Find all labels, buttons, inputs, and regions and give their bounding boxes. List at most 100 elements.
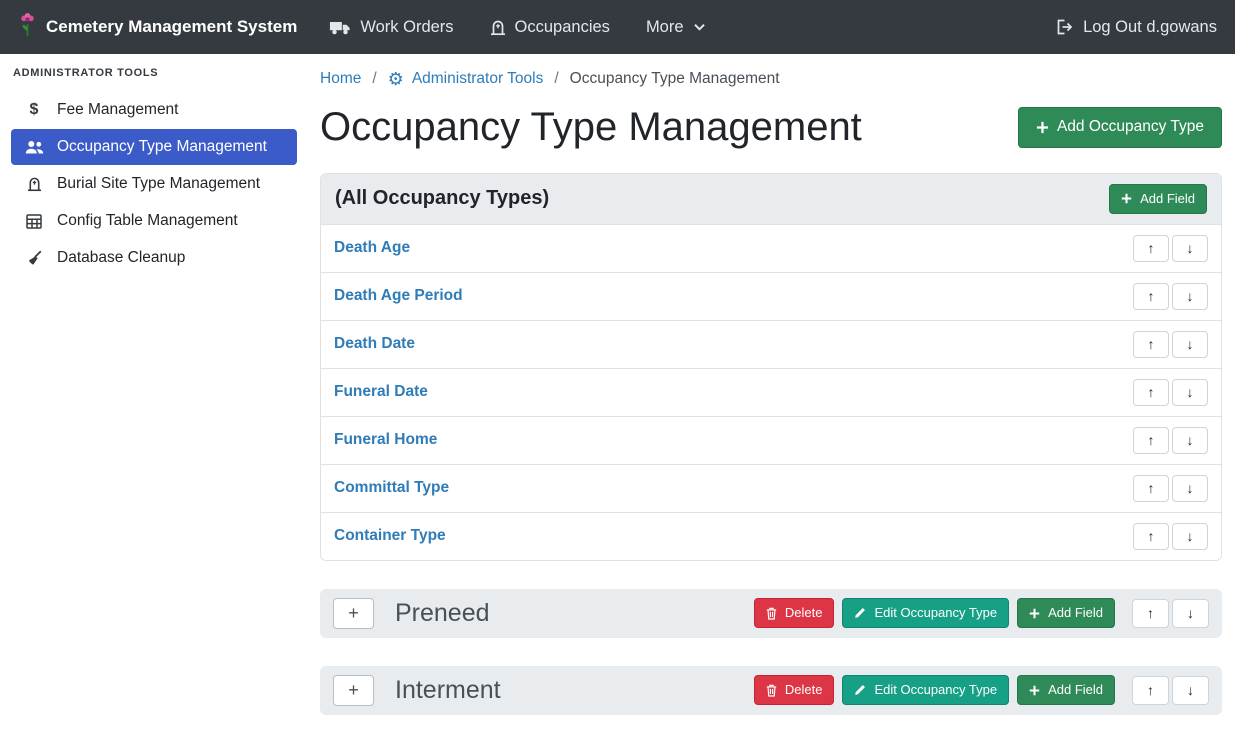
pencil-icon	[854, 607, 866, 619]
breadcrumb-admin-tools-link[interactable]: ⚙ Administrator Tools	[388, 70, 544, 88]
plus-icon	[1121, 193, 1132, 204]
card-header: (All Occupancy Types) Add Field	[321, 174, 1221, 225]
reorder-buttons: ↑ ↓	[1133, 331, 1208, 358]
sidebar-heading: Administrator Tools	[11, 67, 297, 79]
arrow-down-icon: ↓	[1187, 605, 1194, 621]
page-title: Occupancy Type Management	[320, 105, 862, 150]
field-row: Death Age ↑ ↓	[321, 225, 1221, 272]
arrow-down-icon: ↓	[1187, 384, 1194, 400]
arrow-down-icon: ↓	[1187, 528, 1194, 544]
field-name-link[interactable]: Funeral Date	[334, 383, 428, 401]
sidebar-item-occupancy-type-management[interactable]: Occupancy Type Management	[11, 129, 297, 165]
sidebar-item-fee-management[interactable]: $ Fee Management	[11, 92, 297, 128]
move-down-button[interactable]: ↓	[1172, 283, 1208, 310]
breadcrumb-home-link[interactable]: Home	[320, 70, 361, 88]
users-icon	[24, 140, 44, 155]
move-up-button[interactable]: ↑	[1133, 475, 1169, 502]
sidebar-item-database-cleanup[interactable]: Database Cleanup	[11, 240, 297, 276]
expand-section-button[interactable]: +	[333, 598, 374, 629]
move-up-button[interactable]: ↑	[1133, 283, 1169, 310]
move-up-button[interactable]: ↑	[1133, 523, 1169, 550]
arrow-up-icon: ↑	[1147, 605, 1154, 621]
occupancy-type-section-bar: + Preneed Delete	[320, 589, 1222, 638]
move-up-button[interactable]: ↑	[1133, 331, 1169, 358]
reorder-buttons: ↑ ↓	[1132, 676, 1209, 705]
field-name-link[interactable]: Death Age	[334, 239, 410, 257]
section-actions: Delete Edit Occupancy Type Add Field	[754, 598, 1209, 628]
nav-item-more[interactable]: More	[646, 18, 706, 37]
top-navbar: Cemetery Management System Work Orders	[0, 0, 1235, 54]
arrow-down-icon: ↓	[1187, 336, 1194, 352]
logout-icon	[1056, 19, 1074, 35]
logout-button[interactable]: Log Out d.gowans	[1056, 18, 1217, 37]
arrow-up-icon: ↑	[1147, 682, 1154, 698]
arrow-down-icon: ↓	[1187, 432, 1194, 448]
reorder-buttons: ↑ ↓	[1132, 599, 1209, 628]
field-name-link[interactable]: Death Age Period	[334, 287, 463, 305]
arrow-down-icon: ↓	[1187, 288, 1194, 304]
move-down-button[interactable]: ↓	[1172, 379, 1208, 406]
move-up-button[interactable]: ↑	[1133, 235, 1169, 262]
sidebar-item-config-table-management[interactable]: Config Table Management	[11, 203, 297, 239]
section-title: Preneed	[395, 599, 754, 628]
move-up-button[interactable]: ↑	[1133, 427, 1169, 454]
occupancy-type-sections: + Preneed Delete	[320, 589, 1222, 715]
field-name-link[interactable]: Committal Type	[334, 479, 449, 497]
arrow-up-icon: ↑	[1148, 336, 1155, 352]
field-name-link[interactable]: Funeral Home	[334, 431, 437, 449]
add-field-button[interactable]: Add Field	[1017, 598, 1115, 628]
card-title: (All Occupancy Types)	[335, 187, 549, 210]
field-name-link[interactable]: Container Type	[334, 527, 446, 545]
nav-item-occupancies[interactable]: Occupancies	[490, 18, 610, 37]
sidebar-item-label: Database Cleanup	[57, 249, 185, 267]
move-up-button[interactable]: ↑	[1132, 676, 1169, 705]
pencil-icon	[854, 684, 866, 696]
sidebar-item-label: Config Table Management	[57, 212, 238, 230]
plus-icon	[1029, 608, 1040, 619]
move-down-button[interactable]: ↓	[1172, 523, 1208, 550]
breadcrumb-current: Occupancy Type Management	[570, 70, 780, 88]
occupancy-type-section-bar: + Interment Delete	[320, 666, 1222, 715]
add-field-button[interactable]: Add Field	[1109, 184, 1207, 214]
all-occupancy-types-card: (All Occupancy Types) Add Field Death Ag…	[320, 173, 1222, 561]
reorder-buttons: ↑ ↓	[1133, 379, 1208, 406]
field-row: Funeral Home ↑ ↓	[321, 416, 1221, 464]
arrow-down-icon: ↓	[1187, 240, 1194, 256]
delete-button[interactable]: Delete	[754, 675, 835, 705]
sidebar-item-label: Burial Site Type Management	[57, 175, 260, 193]
table-icon	[24, 214, 44, 229]
move-down-button[interactable]: ↓	[1172, 235, 1208, 262]
fields-list: Death Age ↑ ↓ Death Age Period ↑ ↓ Dea	[321, 225, 1221, 560]
sidebar-item-label: Occupancy Type Management	[57, 138, 267, 156]
section-actions: Delete Edit Occupancy Type Add Field	[754, 675, 1209, 705]
delete-button[interactable]: Delete	[754, 598, 835, 628]
add-occupancy-type-button[interactable]: Add Occupancy Type	[1018, 107, 1222, 148]
move-down-button[interactable]: ↓	[1172, 331, 1208, 358]
expand-section-button[interactable]: +	[333, 675, 374, 706]
dollar-icon: $	[24, 101, 44, 119]
sidebar-item-burial-site-type-management[interactable]: Burial Site Type Management	[11, 166, 297, 202]
logout-label: Log Out d.gowans	[1083, 18, 1217, 37]
sidebar-item-label: Fee Management	[57, 101, 179, 119]
move-down-button[interactable]: ↓	[1172, 599, 1209, 628]
reorder-buttons: ↑ ↓	[1133, 283, 1208, 310]
app-brand[interactable]: Cemetery Management System	[18, 12, 297, 43]
move-up-button[interactable]: ↑	[1132, 599, 1169, 628]
move-down-button[interactable]: ↓	[1172, 427, 1208, 454]
arrow-down-icon: ↓	[1187, 480, 1194, 496]
field-name-link[interactable]: Death Date	[334, 335, 415, 353]
nav-label: More	[646, 18, 684, 37]
edit-occupancy-type-button[interactable]: Edit Occupancy Type	[842, 598, 1009, 628]
edit-occupancy-type-button[interactable]: Edit Occupancy Type	[842, 675, 1009, 705]
trash-icon	[766, 684, 777, 697]
add-field-button[interactable]: Add Field	[1017, 675, 1115, 705]
plus-icon	[1036, 121, 1049, 134]
move-down-button[interactable]: ↓	[1172, 676, 1209, 705]
move-up-button[interactable]: ↑	[1133, 379, 1169, 406]
trash-icon	[766, 607, 777, 620]
nav-label: Occupancies	[515, 18, 610, 37]
nav-item-work-orders[interactable]: Work Orders	[329, 18, 453, 37]
section-title: Interment	[395, 676, 754, 705]
breadcrumb: Home / ⚙ Administrator Tools / Occupancy…	[320, 70, 1222, 88]
move-down-button[interactable]: ↓	[1172, 475, 1208, 502]
